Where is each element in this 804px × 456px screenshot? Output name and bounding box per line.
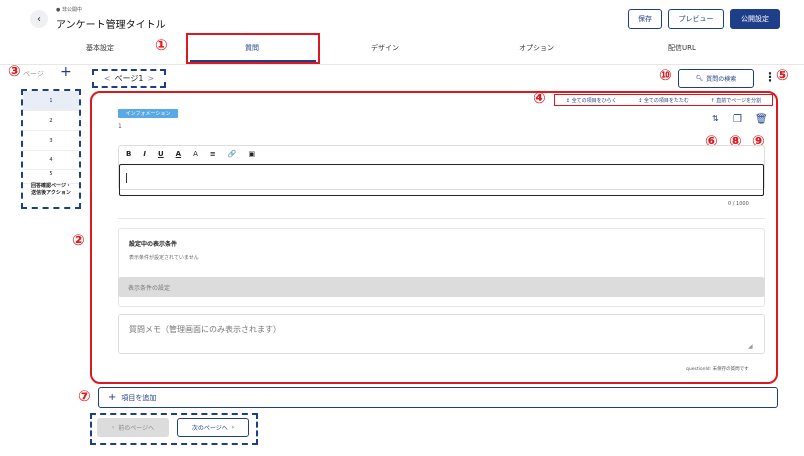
sidebar-page-label: ページ bbox=[23, 70, 44, 78]
reorder-icon[interactable]: ⇅ bbox=[712, 114, 719, 123]
question-type-badge: インフォメーション bbox=[118, 109, 178, 118]
tab-options[interactable]: オプション bbox=[519, 43, 554, 53]
section-divider bbox=[118, 218, 765, 219]
display-condition-title: 設定中の表示条件 bbox=[129, 241, 178, 248]
question-search-button[interactable]: 🔍︎ 質問の検索 bbox=[678, 69, 754, 88]
active-tab-indicator bbox=[190, 60, 316, 62]
editor-toolbar: B I U A A ≡ 🔗 ▣ bbox=[126, 150, 255, 158]
save-button[interactable]: 保存 bbox=[628, 9, 662, 29]
display-condition-status: 表示条件が設定されていません bbox=[129, 255, 199, 261]
add-page-button[interactable]: + bbox=[60, 64, 72, 80]
question-id: questionId: 未保存の質問です bbox=[686, 367, 749, 372]
underline-icon[interactable]: U bbox=[158, 150, 164, 158]
font-color-icon[interactable]: A bbox=[176, 150, 181, 158]
tab-delivery-url[interactable]: 配信URL bbox=[668, 43, 696, 53]
chevron-left-icon[interactable]: < bbox=[104, 74, 111, 83]
card-actions: ↕ 全ての項目をひらく ↕ 全ての項目をたたむ ↑ 直前でページを分割 bbox=[554, 94, 773, 106]
tab-design[interactable]: デザイン bbox=[371, 43, 399, 53]
char-count: 0 / 1000 bbox=[728, 201, 749, 207]
sidebar-item-page-1[interactable]: 1 bbox=[23, 91, 79, 111]
sidebar-item-page-3[interactable]: 3 bbox=[23, 131, 79, 151]
page-navigator: < ページ1 > bbox=[92, 69, 166, 88]
current-page-label: ページ1 bbox=[114, 74, 144, 83]
trash-icon[interactable]: 🗑︎ bbox=[755, 114, 768, 125]
copy-icon[interactable]: ❐ bbox=[733, 114, 742, 125]
collapse-all-link[interactable]: ↕ 全ての項目をたたむ bbox=[638, 97, 689, 104]
link-icon[interactable]: 🔗 bbox=[228, 150, 237, 158]
image-icon[interactable]: ▣ bbox=[248, 150, 255, 158]
annotation-5: ⑤ bbox=[776, 66, 789, 84]
text-caret bbox=[126, 173, 127, 183]
back-button[interactable]: ‹ bbox=[30, 10, 48, 28]
publish-settings-button[interactable]: 公開設定 bbox=[730, 9, 780, 29]
tabs-divider bbox=[0, 64, 804, 65]
add-item-button[interactable]: + 項目を追加 bbox=[98, 387, 778, 408]
next-page-button[interactable]: 次のページへ › bbox=[177, 418, 249, 437]
background-color-icon[interactable]: A bbox=[193, 150, 198, 158]
chevron-left-icon: ‹ bbox=[37, 13, 41, 25]
bold-icon[interactable]: B bbox=[126, 150, 131, 158]
question-memo-input[interactable]: 質問メモ（管理画面にのみ表示されます） bbox=[118, 314, 765, 354]
split-page-link[interactable]: ↑ 直前でページを分割 bbox=[711, 97, 762, 104]
question-number: 1 bbox=[118, 123, 122, 130]
chevron-left-icon: ‹ bbox=[111, 424, 115, 431]
question-text-input[interactable] bbox=[119, 164, 764, 196]
chevron-right-icon: › bbox=[231, 424, 235, 431]
annotation-1: ① bbox=[155, 36, 168, 54]
tab-basic-settings[interactable]: 基本設定 bbox=[86, 43, 114, 53]
resize-handle-icon[interactable]: ◢ bbox=[748, 343, 753, 350]
search-icon: 🔍︎ bbox=[695, 75, 704, 82]
align-icon[interactable]: ≡ bbox=[210, 150, 216, 158]
annotation-10: ⑩ bbox=[659, 66, 672, 84]
sidebar-item-confirmation[interactable]: 回答確認ページ・ 送信後アクション bbox=[23, 183, 79, 197]
sidebar-item-page-5[interactable]: 5 bbox=[23, 164, 79, 184]
sidebar-item-page-2[interactable]: 2 bbox=[23, 111, 79, 131]
status-badge: ● 非公開中 bbox=[56, 7, 82, 13]
preview-button[interactable]: プレビュー bbox=[668, 9, 724, 29]
chevron-right-icon[interactable]: > bbox=[147, 74, 154, 83]
page-title: アンケート管理タイトル bbox=[56, 20, 166, 31]
annotation-3: ③ bbox=[8, 62, 21, 80]
annotation-2: ② bbox=[72, 231, 85, 249]
italic-icon[interactable]: I bbox=[143, 150, 146, 158]
kebab-menu-icon[interactable]: ⋮ bbox=[764, 70, 776, 84]
expand-all-link[interactable]: ↕ 全ての項目をひらく bbox=[566, 97, 617, 104]
annotation-7: ⑦ bbox=[78, 387, 91, 405]
plus-icon: + bbox=[60, 64, 72, 80]
plus-icon: + bbox=[108, 392, 117, 403]
display-condition-button[interactable]: 表示条件の設定 bbox=[118, 277, 765, 297]
prev-page-button[interactable]: ‹ 前のページへ bbox=[97, 418, 169, 437]
